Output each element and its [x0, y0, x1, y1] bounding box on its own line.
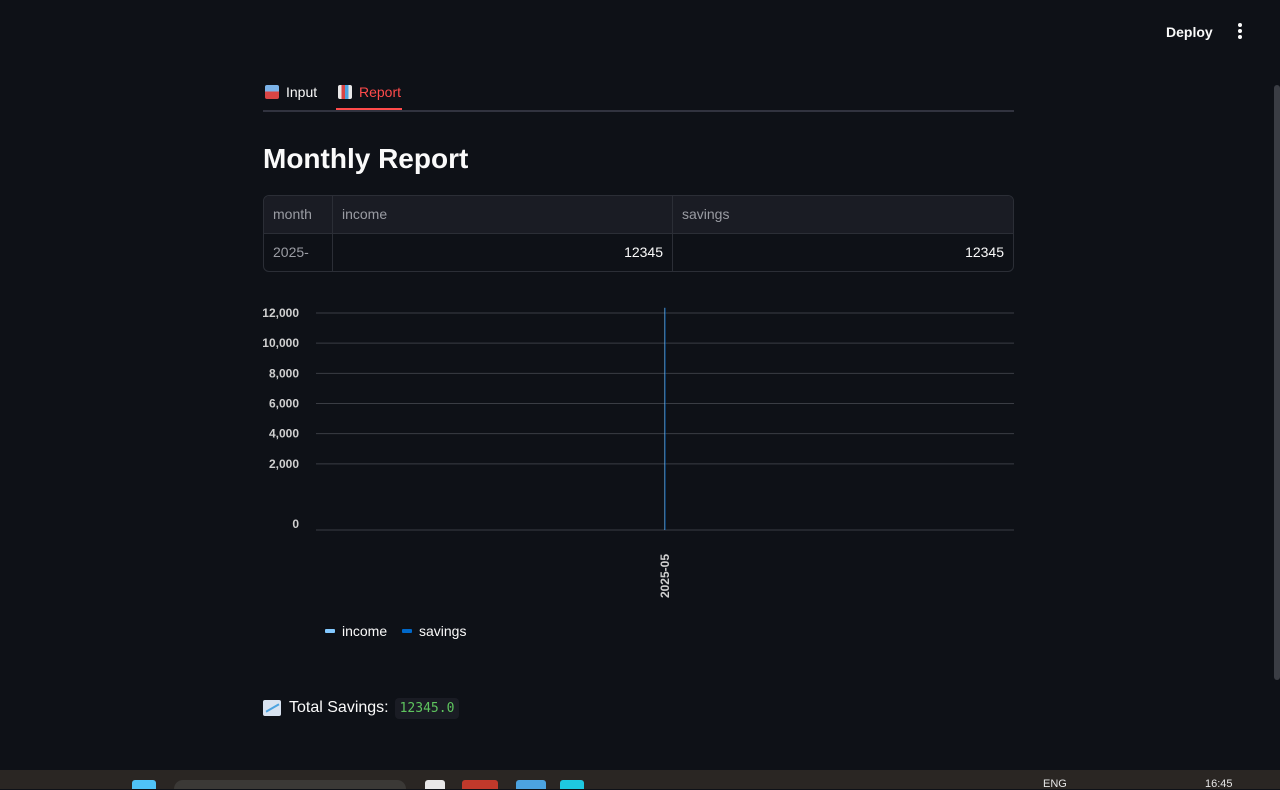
scrollbar[interactable]: [1274, 85, 1280, 680]
legend-label-income: income: [342, 623, 387, 639]
main-content: Input Report Monthly Report month income…: [263, 70, 1014, 719]
y-tick-label: 12,000: [263, 306, 299, 320]
bar-chart-icon: [338, 85, 352, 99]
total-savings-value: 12345.0: [394, 697, 460, 719]
table-cell-income[interactable]: 12345: [332, 234, 672, 271]
table-row: 2025-05 12345 12345: [264, 234, 1013, 271]
taskbar-app-icon[interactable]: [560, 780, 584, 789]
deploy-button[interactable]: Deploy: [1152, 20, 1227, 44]
y-tick-label: 8,000: [269, 366, 299, 380]
language-indicator[interactable]: ENG: [1043, 778, 1067, 790]
table-cell-savings[interactable]: 12345: [672, 234, 1013, 271]
column-header-income[interactable]: income: [332, 196, 672, 233]
tab-input[interactable]: Input: [265, 76, 317, 108]
table-cell-month[interactable]: 2025-05: [264, 234, 332, 271]
bar-savings: [665, 307, 666, 530]
clock[interactable]: 16:45: [1205, 778, 1233, 790]
more-vertical-icon[interactable]: [1232, 22, 1248, 42]
active-tab-indicator: [336, 108, 402, 110]
data-table[interactable]: month income savings 2025-05 12345 12345: [263, 195, 1014, 272]
column-header-savings[interactable]: savings: [672, 196, 1013, 233]
page-title: Monthly Report: [263, 143, 469, 174]
bar-income: [664, 307, 665, 530]
tab-report[interactable]: Report: [338, 76, 401, 108]
legend-label-savings: savings: [419, 623, 466, 639]
total-savings-label: Total Savings:: [289, 699, 389, 716]
y-tick-label: 6,000: [269, 397, 299, 411]
tab-bar: Input Report: [263, 70, 1014, 112]
tab-report-label: Report: [359, 84, 402, 100]
taskbar-app-icon[interactable]: [425, 780, 445, 789]
chart-increasing-icon: [263, 700, 281, 716]
y-tick-label: 10,000: [263, 336, 299, 350]
search-box[interactable]: [174, 780, 406, 789]
os-taskbar: ENG 16:45: [0, 770, 1280, 790]
tab-input-label: Input: [286, 84, 318, 100]
column-header-month[interactable]: month: [264, 196, 332, 233]
y-tick-label: 4,000: [269, 427, 299, 441]
y-tick-label: 0: [292, 517, 299, 531]
x-tick-label: 2025-05: [658, 554, 672, 598]
bar-chart: 0 2,000 4,000 6,000 8,000 10,000 12,000 2025-05…: [263, 306, 1014, 639]
app-header: Deploy: [0, 0, 1280, 60]
taskbar-app-icon[interactable]: [516, 780, 546, 789]
taskbar-app-icon[interactable]: [462, 780, 498, 789]
table-header-row: month income savings: [264, 196, 1013, 233]
legend-swatch-income: [325, 629, 335, 633]
windows-start-icon[interactable]: [132, 780, 156, 789]
inbox-tray-icon: [265, 85, 279, 99]
legend-swatch-savings: [402, 629, 412, 633]
y-tick-label: 2,000: [269, 457, 299, 471]
total-savings: Total Savings: 12345.0: [263, 693, 460, 723]
